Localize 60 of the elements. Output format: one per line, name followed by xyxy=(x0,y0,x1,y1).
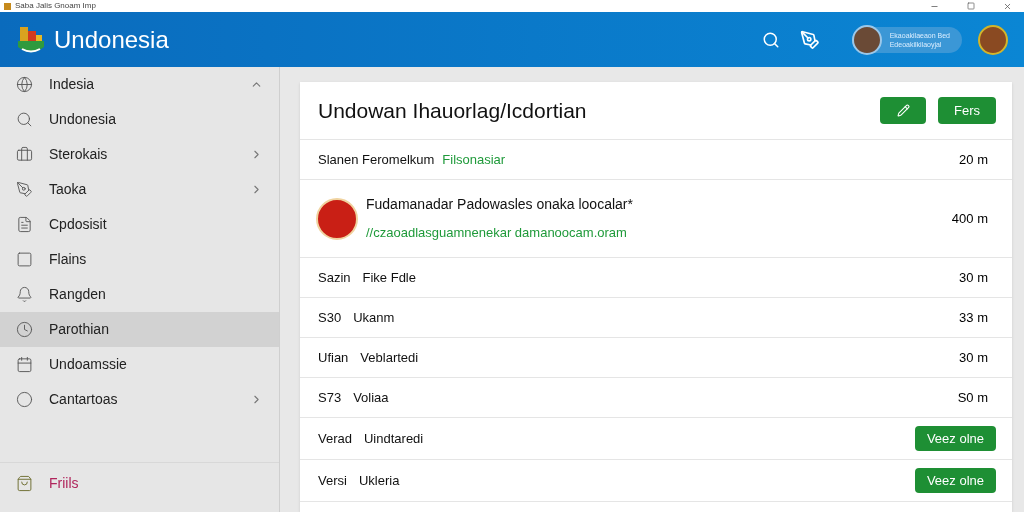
row-label: Slanen Feromelkum xyxy=(318,150,435,169)
square-icon xyxy=(16,251,33,268)
row-name: Fike Fdle xyxy=(362,268,416,287)
row-value: S0 m xyxy=(957,388,988,407)
sidebar-item[interactable]: Flains xyxy=(0,242,279,277)
view-button[interactable]: Veez olne xyxy=(914,468,996,493)
row-name: Voliaa xyxy=(353,388,389,407)
row-value: 400 m xyxy=(951,209,988,228)
primary-button[interactable]: Fers xyxy=(938,97,996,124)
sidebar-item[interactable]: Undonesia xyxy=(0,102,279,137)
globe-icon xyxy=(16,76,33,93)
row-value: 30 m xyxy=(959,268,988,287)
pen-icon[interactable] xyxy=(799,29,820,50)
maximize-icon[interactable] xyxy=(967,2,975,10)
row-label: Verad xyxy=(318,429,352,448)
row-value: 20 m xyxy=(959,150,988,169)
brand-name: Undonesia xyxy=(54,24,169,55)
pencil-icon xyxy=(896,104,910,117)
seal-logo xyxy=(316,197,358,240)
row-name: Ukleria xyxy=(358,471,400,490)
edit-button[interactable] xyxy=(880,97,926,124)
sidebar-item[interactable]: Taoka xyxy=(0,172,279,207)
avatar[interactable] xyxy=(978,24,1008,55)
row-label: S73 xyxy=(318,388,342,407)
sidebar-item[interactable]: Cantartoas xyxy=(0,382,279,417)
bell-icon xyxy=(16,286,33,303)
clock-icon xyxy=(16,321,33,338)
row-name: Uindtaredi xyxy=(364,429,424,448)
app-icon xyxy=(4,2,11,10)
briefcase-icon xyxy=(16,146,33,163)
row-label: Versi xyxy=(318,471,347,490)
sidebar-item[interactable]: Sterokais xyxy=(0,137,279,172)
row-tag: Filsonasiar xyxy=(442,149,506,170)
row-name: Veblartedi xyxy=(360,348,419,367)
avatar xyxy=(851,24,882,55)
row-label: Sazin xyxy=(318,268,351,287)
circle-icon xyxy=(16,391,33,408)
pen-icon xyxy=(16,181,33,198)
sidebar-item[interactable]: Undoamssie xyxy=(0,347,279,382)
sidebar-item[interactable]: Parothian xyxy=(0,312,279,347)
row-name: Ukanm xyxy=(353,308,395,327)
document-icon xyxy=(16,216,33,233)
view-button[interactable]: Veez olne xyxy=(914,426,996,451)
panel-title: Undowan Ihauorlag/Icdortian xyxy=(318,97,588,124)
close-icon[interactable] xyxy=(1003,1,1012,11)
row-link[interactable]: //czaoadlasguamnenekar damanoocam.oram xyxy=(366,223,952,243)
row-label: S30 xyxy=(318,308,342,327)
sidebar-item[interactable]: Friils xyxy=(0,462,279,504)
bag-icon xyxy=(16,475,33,492)
search-icon xyxy=(16,111,33,128)
row-title: Fudamanadar Padowasles onaka loocalar* xyxy=(366,195,634,215)
sidebar-item[interactable]: Rangden xyxy=(0,277,279,312)
search-icon[interactable] xyxy=(761,30,780,49)
row-value: 33 m xyxy=(959,308,988,327)
calendar-icon xyxy=(16,356,33,373)
row-label: Ufian xyxy=(318,348,349,367)
window-title: Saba Jalis Gnoam Imp xyxy=(15,2,97,10)
row-value: 30 m xyxy=(959,348,988,367)
sidebar-item[interactable]: Indesia xyxy=(0,67,279,102)
sidebar-item[interactable]: Cpdosisit xyxy=(0,207,279,242)
